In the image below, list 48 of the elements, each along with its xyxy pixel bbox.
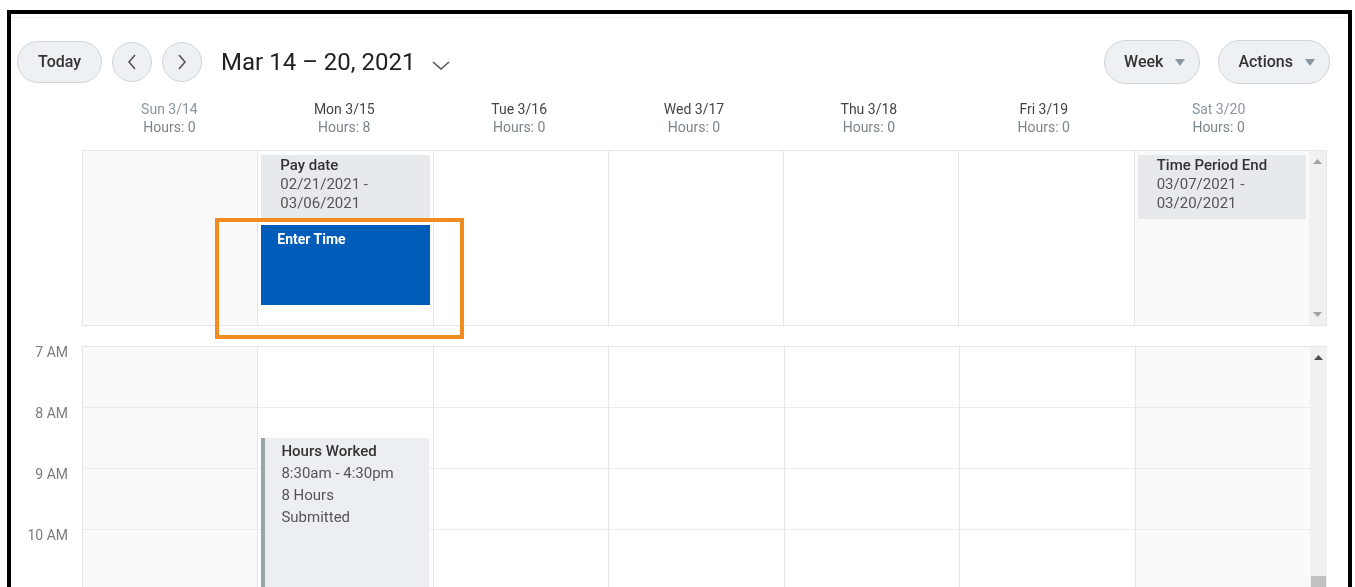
- timed-event[interactable]: Hours Worked 8:30am - 4:30pm 8 Hours Submitted: [261, 438, 429, 587]
- dropdown-triangle-icon: [1175, 58, 1186, 66]
- dropdown-triangle-icon: [1305, 58, 1315, 66]
- event-title: Enter Time: [277, 230, 347, 249]
- chevron-down-icon: [431, 59, 452, 71]
- event-detail: 8 Hours: [281, 485, 335, 506]
- chevron-left-icon: [127, 53, 138, 71]
- time-label: 7 AM: [35, 343, 68, 360]
- enter-time-event[interactable]: Enter Time: [261, 225, 430, 305]
- day-hours: Hours: 0: [492, 118, 546, 136]
- chevron-right-icon: [177, 53, 188, 71]
- today-button[interactable]: Today: [17, 41, 103, 83]
- day-hours: Hours: 0: [143, 118, 196, 136]
- date-range-title: Mar 14 – 20, 2021: [221, 47, 416, 78]
- day-label: Thu 3/18: [840, 100, 898, 118]
- day-label: Tue 3/16: [491, 100, 547, 118]
- day-hours: Hours: 0: [1192, 118, 1245, 136]
- time-label: 8 AM: [35, 404, 68, 421]
- actions-dropdown[interactable]: Actions: [1218, 40, 1330, 84]
- previous-week-button[interactable]: [112, 42, 153, 82]
- day-label: Sun 3/14: [141, 100, 198, 118]
- event-title: Hours Worked: [281, 441, 378, 462]
- scroll-up-icon: [1313, 355, 1323, 360]
- day-hours: Hours: 0: [667, 118, 721, 136]
- day-hours: Hours: 0: [842, 118, 896, 136]
- event-detail: 8:30am - 4:30pm: [281, 463, 395, 484]
- event-detail: 03/20/2021: [1156, 194, 1238, 213]
- time-label: 9 AM: [35, 465, 68, 482]
- all-day-event[interactable]: Time Period End 03/07/2021 - 03/20/2021: [1137, 155, 1306, 219]
- next-week-button[interactable]: [162, 42, 203, 82]
- scroll-up-icon: [1312, 159, 1322, 164]
- day-label: Fri 3/19: [1019, 100, 1068, 118]
- date-range-dropdown[interactable]: [431, 59, 452, 71]
- event-detail: 03/06/2021: [280, 194, 362, 213]
- event-title: Pay date: [280, 156, 340, 175]
- event-detail: 02/21/2021 -: [280, 175, 369, 194]
- day-hours: Hours: 0: [1017, 118, 1070, 136]
- week-view-dropdown[interactable]: Week: [1104, 40, 1201, 84]
- all-day-event[interactable]: Pay date 02/21/2021 - 03/06/2021: [261, 155, 430, 219]
- day-label: Sat 3/20: [1191, 100, 1246, 118]
- scroll-down-icon: [1312, 312, 1322, 317]
- day-label: Wed 3/17: [663, 100, 725, 118]
- event-detail: Submitted: [281, 507, 352, 528]
- event-detail: 03/07/2021 -: [1156, 175, 1246, 194]
- time-label: 10 AM: [27, 526, 68, 543]
- day-label: Mon 3/15: [313, 100, 375, 118]
- day-hours: Hours: 8: [318, 118, 371, 136]
- event-title: Time Period End: [1156, 156, 1269, 175]
